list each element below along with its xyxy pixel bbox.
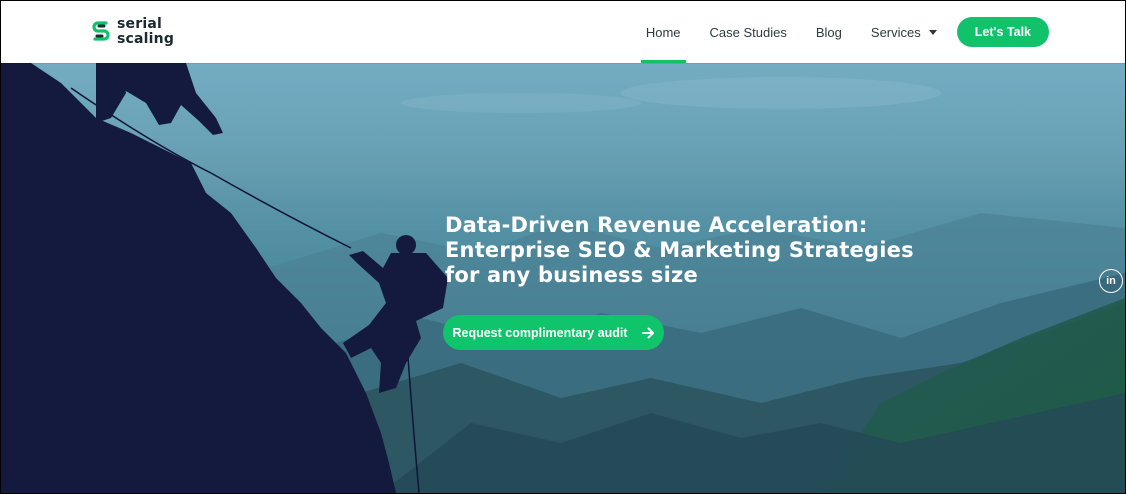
linkedin-icon[interactable]: in	[1099, 269, 1123, 293]
main-nav: Home Case Studies Blog Services Let's Ta…	[617, 1, 1049, 63]
hero-title-line-3: for any business size	[445, 263, 698, 287]
brand-name-line1: serial	[117, 16, 162, 32]
hero-title: Data-Driven Revenue Acceleration: Enterp…	[445, 213, 945, 288]
hero-title-line-1: Data-Driven Revenue Acceleration:	[445, 213, 868, 237]
brand-logo[interactable]: serial scaling	[91, 17, 174, 47]
nav-item-label: Services	[870, 24, 921, 40]
nav-item-case-studies[interactable]: Case Studies	[710, 1, 787, 63]
request-audit-button[interactable]: Request complimentary audit	[443, 315, 664, 350]
nav-item-services[interactable]: Services	[871, 1, 937, 63]
nav-item-blog[interactable]: Blog	[816, 1, 842, 63]
nav-item-home[interactable]: Home	[640, 1, 686, 63]
page-frame: serial scaling Home Case Studies Blog Se…	[0, 0, 1126, 494]
lets-talk-label: Let's Talk	[974, 25, 1031, 39]
request-audit-label: Request complimentary audit	[452, 325, 628, 340]
site-header: serial scaling Home Case Studies Blog Se…	[1, 1, 1125, 63]
caret-down-icon	[928, 29, 937, 35]
hero-title-line-2: Enterprise SEO & Marketing Strategies	[445, 238, 914, 262]
arrow-right-icon	[641, 327, 655, 339]
nav-item-label: Blog	[815, 24, 842, 40]
lets-talk-button[interactable]: Let's Talk	[956, 17, 1049, 47]
hero-section: Data-Driven Revenue Acceleration: Enterp…	[1, 63, 1125, 493]
linkedin-label: in	[1106, 275, 1116, 287]
brand-wordmark: serial scaling	[117, 17, 174, 47]
brand-name-line2: scaling	[117, 31, 175, 47]
nav-item-label: Case Studies	[709, 24, 787, 40]
serial-scaling-logo-icon	[91, 19, 111, 45]
nav-item-label: Home	[645, 24, 681, 40]
